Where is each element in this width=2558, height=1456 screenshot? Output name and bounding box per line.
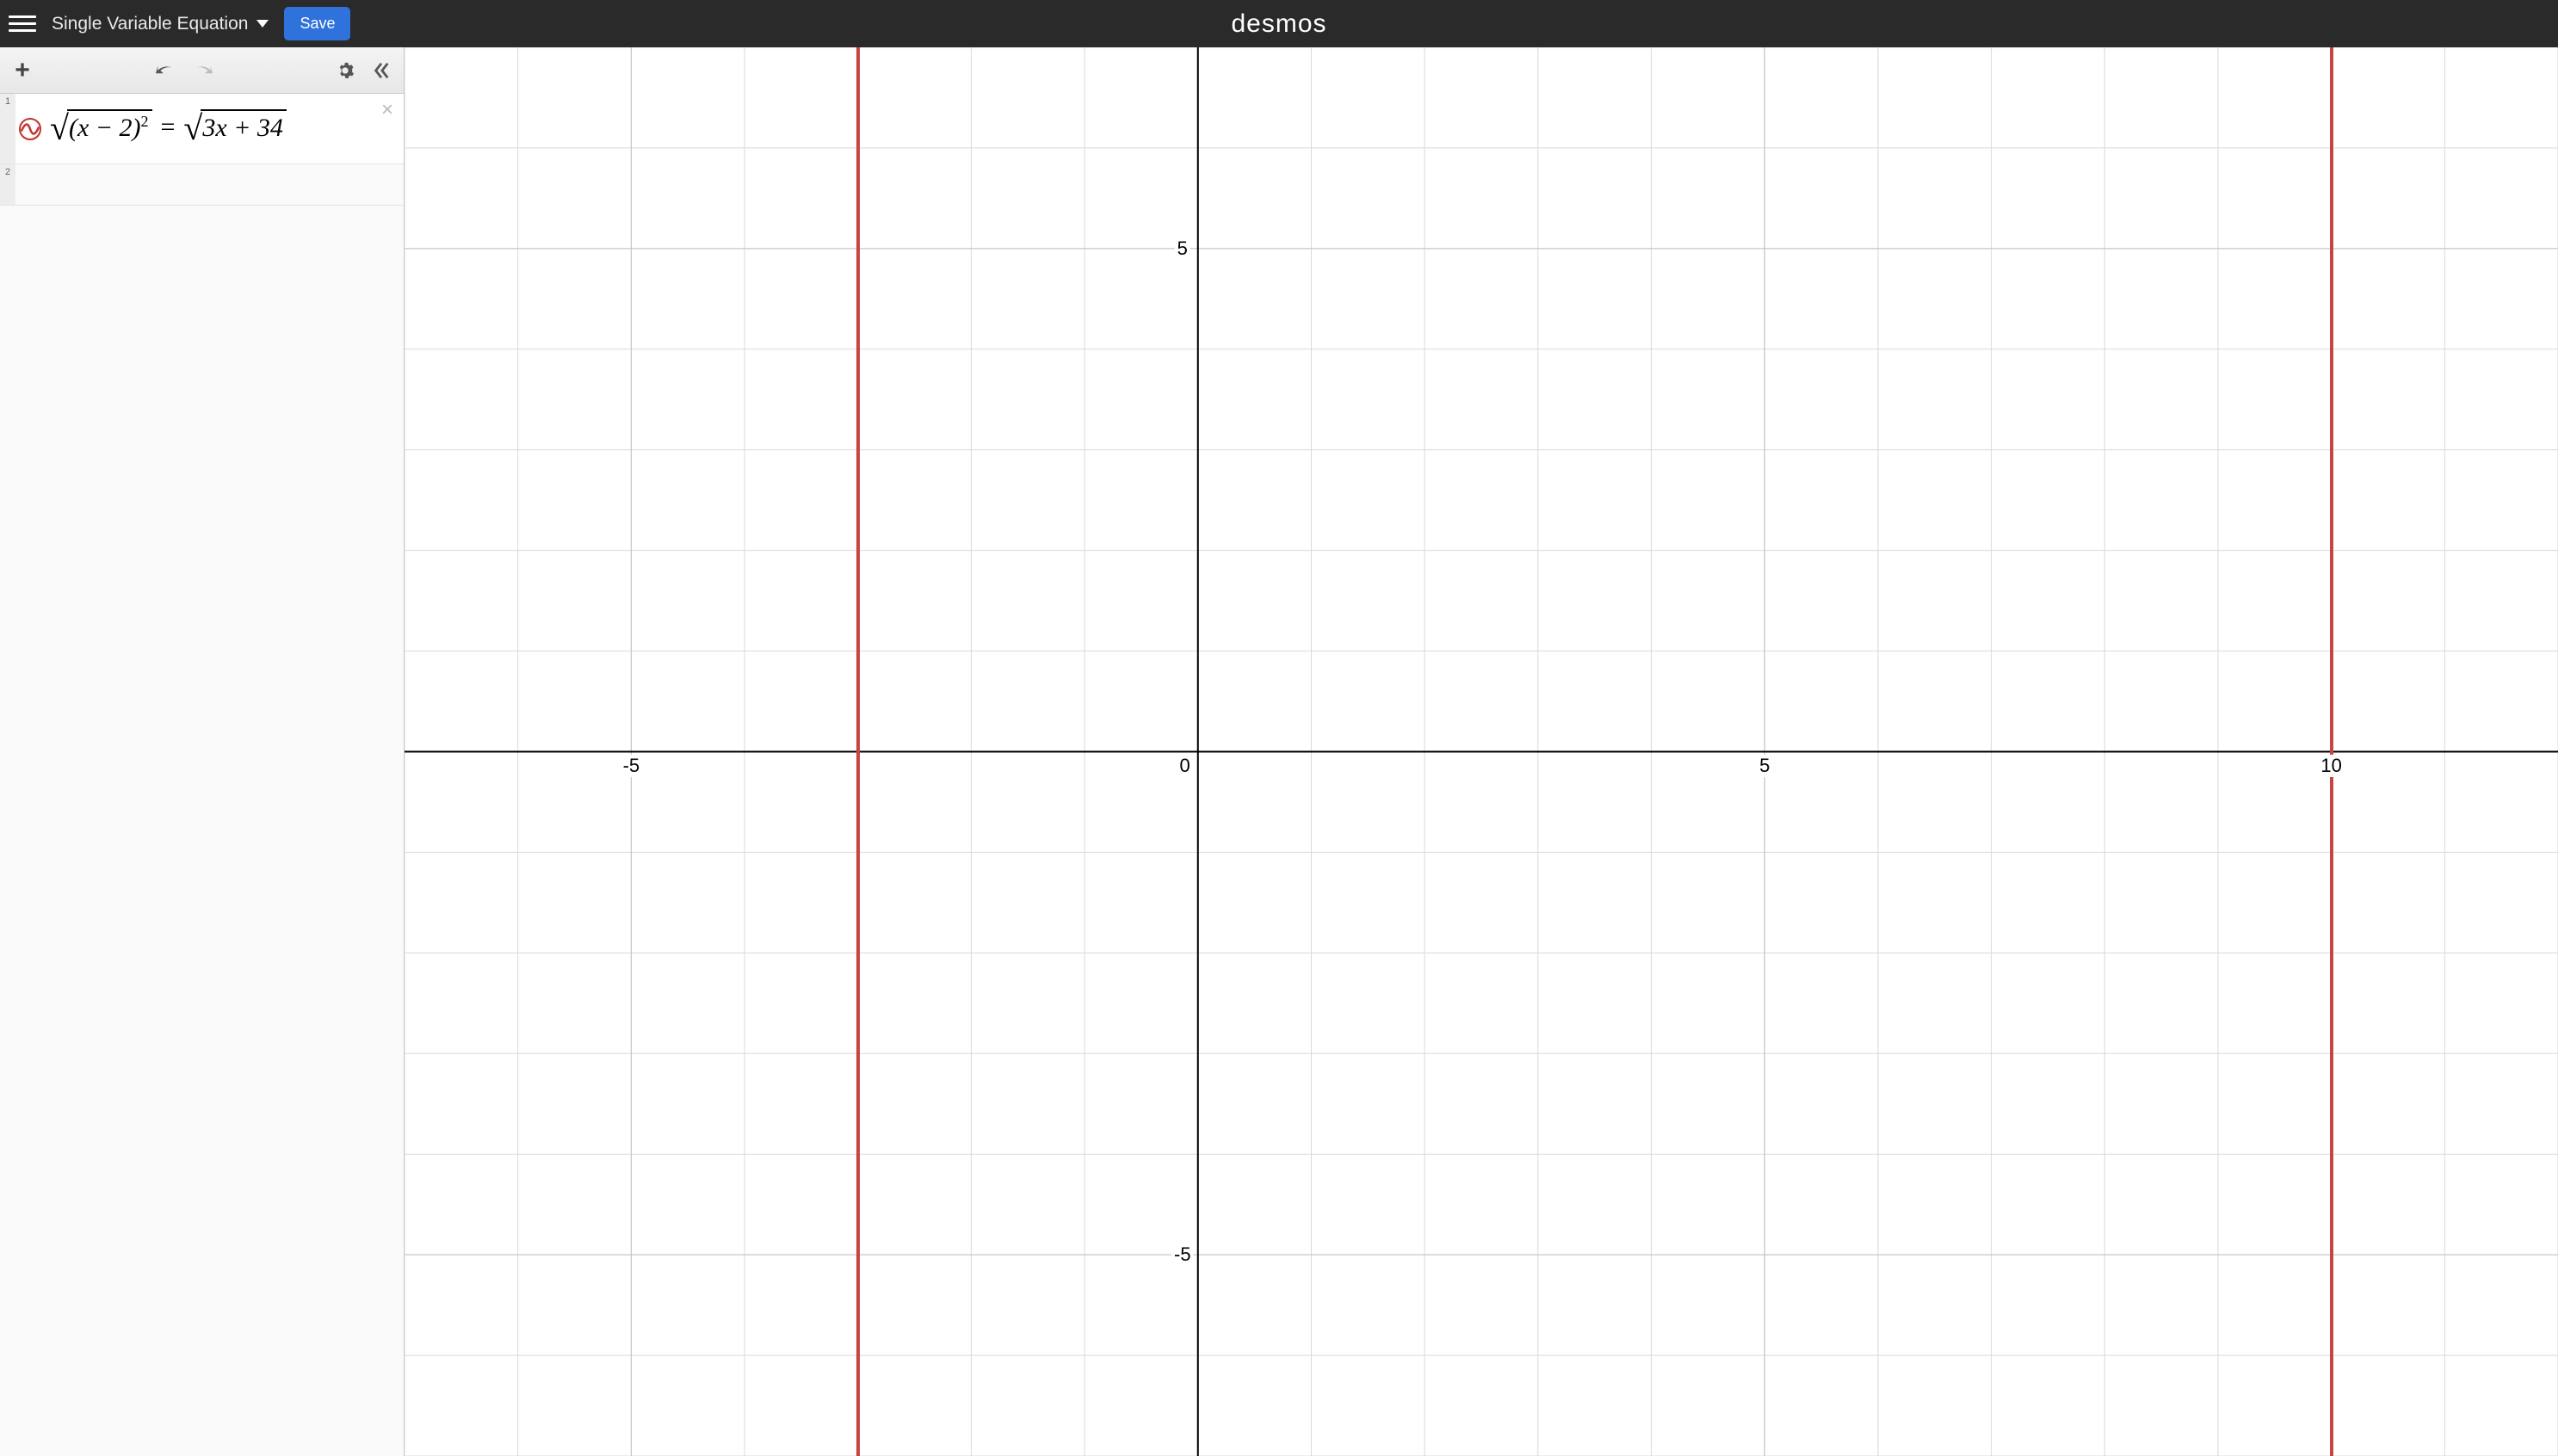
exponent: 2: [141, 113, 149, 130]
radicand-right: 3x + 34: [201, 109, 287, 145]
menu-icon[interactable]: [9, 10, 36, 38]
chevron-double-left-icon: [373, 61, 390, 80]
expression-row[interactable]: 2: [0, 164, 404, 206]
expression-row[interactable]: 1 √ (x − 2)2 = √ 3x: [0, 94, 404, 164]
expression-index: 2: [0, 164, 15, 205]
y-axis-label: -5: [1171, 1243, 1194, 1266]
collapse-panel-button[interactable]: [366, 55, 397, 86]
redo-icon: [191, 62, 213, 79]
solution-line[interactable]: [856, 47, 860, 1456]
expression-content[interactable]: √ (x − 2)2 = √ 3x + 34: [45, 94, 404, 163]
expression-toolbar: +: [0, 47, 404, 94]
settings-button[interactable]: [330, 55, 361, 86]
expression-panel: +: [0, 47, 405, 1456]
app-header: Single Variable Equation Save desmos: [0, 0, 2558, 47]
close-icon: ×: [381, 98, 393, 122]
chevron-down-icon: [256, 20, 269, 28]
gear-icon: [336, 61, 355, 80]
undo-button[interactable]: [151, 55, 182, 86]
add-expression-button[interactable]: +: [7, 55, 38, 86]
expression-index: 1: [0, 94, 15, 163]
x-axis-label: 0: [1177, 755, 1193, 777]
delete-expression-button[interactable]: ×: [376, 99, 399, 121]
wave-icon: [19, 118, 41, 140]
equals-sign: =: [161, 113, 176, 142]
expression-content[interactable]: [45, 164, 404, 205]
graph-title-dropdown[interactable]: Single Variable Equation: [52, 14, 269, 34]
x-axis-label: 5: [1757, 755, 1772, 777]
redo-button[interactable]: [187, 55, 218, 86]
main-area: +: [0, 47, 2558, 1456]
x-axis-label: 10: [2318, 755, 2344, 777]
radicand-left: (x − 2): [69, 114, 141, 142]
solution-line[interactable]: [2330, 47, 2333, 1456]
save-button[interactable]: Save: [284, 7, 350, 40]
graph-grid: [405, 47, 2558, 1456]
undo-icon: [155, 62, 177, 79]
x-axis-label: -5: [621, 755, 643, 777]
graph-title: Single Variable Equation: [52, 14, 248, 34]
expression-list: 1 √ (x − 2)2 = √ 3x: [0, 94, 404, 1456]
graph-canvas[interactable]: -5 0 5 10 -5 5: [405, 47, 2558, 1456]
expression-color-badge[interactable]: [15, 94, 45, 163]
plus-icon: +: [15, 58, 30, 83]
desmos-logo: desmos: [1231, 9, 1326, 39]
y-axis-label: 5: [1175, 238, 1190, 260]
